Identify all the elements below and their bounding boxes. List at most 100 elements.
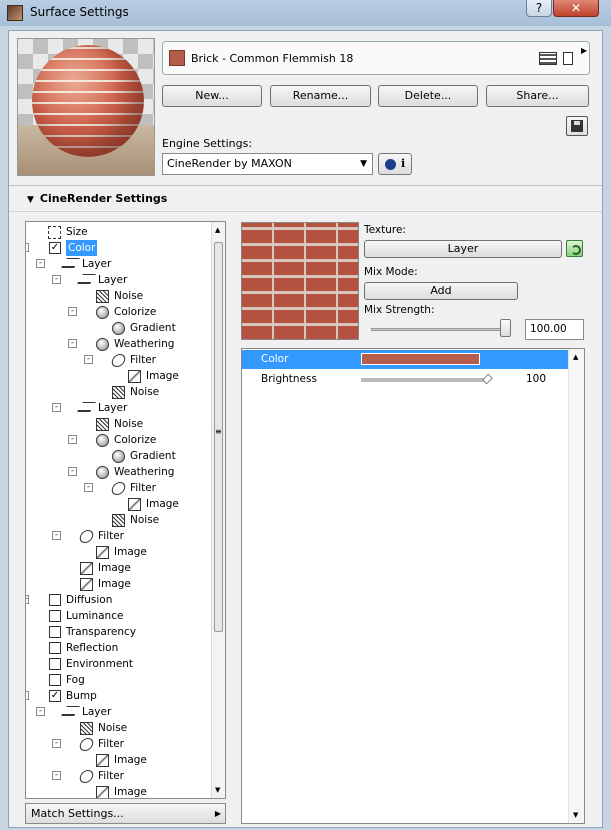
- channel-tree[interactable]: ▲ ≡ ▼ Size-✓Color-Layer-LayerNoise-Color…: [25, 221, 226, 799]
- collapse-icon[interactable]: -: [26, 691, 29, 700]
- title-bar[interactable]: Surface Settings ? ✕: [0, 0, 611, 26]
- param-row-brightness[interactable]: Brightness 100: [242, 370, 568, 389]
- collapse-icon[interactable]: -: [68, 339, 77, 348]
- tree-item[interactable]: Image: [26, 752, 211, 768]
- channel-checkbox[interactable]: [49, 658, 61, 670]
- engine-select[interactable]: CineRender by MAXON ▼: [162, 153, 373, 175]
- tree-item[interactable]: - Colorize: [26, 304, 211, 320]
- tree-item[interactable]: Image: [26, 576, 211, 592]
- channel-checkbox[interactable]: [49, 626, 61, 638]
- help-button[interactable]: ?: [526, 0, 552, 17]
- tree-item[interactable]: - Weathering: [26, 464, 211, 480]
- channel-checkbox[interactable]: [49, 610, 61, 622]
- mix-mode-label: Mix Mode:: [364, 266, 418, 278]
- save-icon[interactable]: [566, 116, 588, 136]
- collapse-icon[interactable]: -: [68, 307, 77, 316]
- tree-item[interactable]: Environment: [26, 656, 211, 672]
- expand-icon[interactable]: +: [26, 595, 29, 604]
- channel-checkbox[interactable]: ✓: [49, 690, 61, 702]
- tree-item[interactable]: - ✓ Color: [26, 240, 211, 256]
- expand-triangle-icon[interactable]: ▶: [581, 46, 587, 55]
- mix-mode-button[interactable]: Add: [364, 282, 518, 300]
- collapse-icon[interactable]: -: [26, 243, 29, 252]
- delete-button[interactable]: Delete...: [378, 85, 478, 107]
- brightness-thumb[interactable]: [482, 373, 493, 385]
- tree-item[interactable]: Image: [26, 544, 211, 560]
- tree-item[interactable]: - Filter: [26, 768, 211, 784]
- material-selector[interactable]: Brick - Common Flemmish 18 ▶: [162, 41, 590, 75]
- param-row-color[interactable]: Color: [242, 350, 568, 369]
- tree-item[interactable]: + Diffusion: [26, 592, 211, 608]
- tree-item[interactable]: - Colorize: [26, 432, 211, 448]
- collapse-icon[interactable]: -: [84, 483, 93, 492]
- tree-item[interactable]: Noise: [26, 720, 211, 736]
- scroll-down-icon[interactable]: ▼: [573, 811, 578, 819]
- tree-item[interactable]: - Layer: [26, 400, 211, 416]
- tree-item[interactable]: - Layer: [26, 256, 211, 272]
- tree-item[interactable]: - Weathering: [26, 336, 211, 352]
- channel-checkbox[interactable]: [49, 674, 61, 686]
- mix-strength-input[interactable]: 100.00: [525, 319, 584, 340]
- tree-item[interactable]: Image: [26, 496, 211, 512]
- collapse-icon[interactable]: -: [52, 739, 61, 748]
- rename-button[interactable]: Rename...: [270, 85, 371, 107]
- slider-thumb[interactable]: [500, 319, 511, 337]
- tree-item[interactable]: Size: [26, 224, 211, 240]
- tree-item-label: Layer: [98, 274, 128, 286]
- tree-scrollbar[interactable]: ▲ ≡ ▼: [211, 222, 225, 798]
- channel-checkbox[interactable]: [49, 594, 61, 606]
- collapse-icon[interactable]: -: [52, 403, 61, 412]
- texture-button[interactable]: Layer: [364, 240, 562, 258]
- refresh-icon[interactable]: [566, 240, 583, 257]
- brightness-slider[interactable]: [361, 378, 486, 382]
- close-button[interactable]: ✕: [553, 0, 599, 17]
- collapse-icon[interactable]: -: [36, 259, 45, 268]
- tree-item[interactable]: - Filter: [26, 736, 211, 752]
- tree-item[interactable]: Transparency: [26, 624, 211, 640]
- tree-item[interactable]: - Layer: [26, 272, 211, 288]
- noise-icon: [112, 386, 125, 399]
- collapse-icon[interactable]: -: [68, 435, 77, 444]
- tree-item[interactable]: Noise: [26, 512, 211, 528]
- parameter-list[interactable]: Color Brightness 100 ▲ ▼: [241, 348, 585, 824]
- collapse-icon[interactable]: -: [52, 771, 61, 780]
- scroll-thumb[interactable]: [214, 242, 223, 632]
- tree-item[interactable]: - ✓ Bump: [26, 688, 211, 704]
- scroll-up-icon[interactable]: ▲: [215, 226, 220, 234]
- scroll-up-icon[interactable]: ▲: [573, 353, 578, 361]
- param-value[interactable]: 100: [526, 370, 546, 389]
- tree-item[interactable]: Luminance: [26, 608, 211, 624]
- tree-item[interactable]: Fog: [26, 672, 211, 688]
- tree-item[interactable]: Image: [26, 560, 211, 576]
- collapse-icon[interactable]: -: [68, 467, 77, 476]
- tree-item[interactable]: Image: [26, 784, 211, 798]
- section-header[interactable]: ▼ CineRender Settings: [27, 192, 167, 205]
- tree-item[interactable]: Noise: [26, 288, 211, 304]
- tree-item[interactable]: - Filter: [26, 480, 211, 496]
- tree-item[interactable]: Noise: [26, 384, 211, 400]
- mix-strength-slider[interactable]: [371, 328, 511, 331]
- filter-icon: [78, 770, 95, 783]
- tree-item[interactable]: Gradient: [26, 320, 211, 336]
- channel-checkbox[interactable]: [49, 642, 61, 654]
- new-button[interactable]: New...: [162, 85, 262, 107]
- collapse-icon[interactable]: -: [52, 275, 61, 284]
- tree-item[interactable]: - Filter: [26, 528, 211, 544]
- tree-item[interactable]: Reflection: [26, 640, 211, 656]
- tree-item[interactable]: - Filter: [26, 352, 211, 368]
- engine-info-button[interactable]: i: [378, 153, 412, 175]
- collapse-triangle-icon: ▼: [27, 195, 34, 205]
- match-settings-button[interactable]: Match Settings... ▶: [25, 803, 226, 824]
- scroll-down-icon[interactable]: ▼: [215, 786, 220, 794]
- collapse-icon[interactable]: -: [52, 531, 61, 540]
- params-scrollbar[interactable]: ▲ ▼: [568, 349, 584, 823]
- color-swatch[interactable]: [361, 353, 480, 365]
- share-button[interactable]: Share...: [486, 85, 589, 107]
- collapse-icon[interactable]: -: [84, 355, 93, 364]
- tree-item[interactable]: Gradient: [26, 448, 211, 464]
- tree-item[interactable]: Image: [26, 368, 211, 384]
- tree-item[interactable]: - Layer: [26, 704, 211, 720]
- tree-item[interactable]: Noise: [26, 416, 211, 432]
- collapse-icon[interactable]: -: [36, 707, 45, 716]
- channel-checkbox[interactable]: ✓: [49, 242, 61, 254]
